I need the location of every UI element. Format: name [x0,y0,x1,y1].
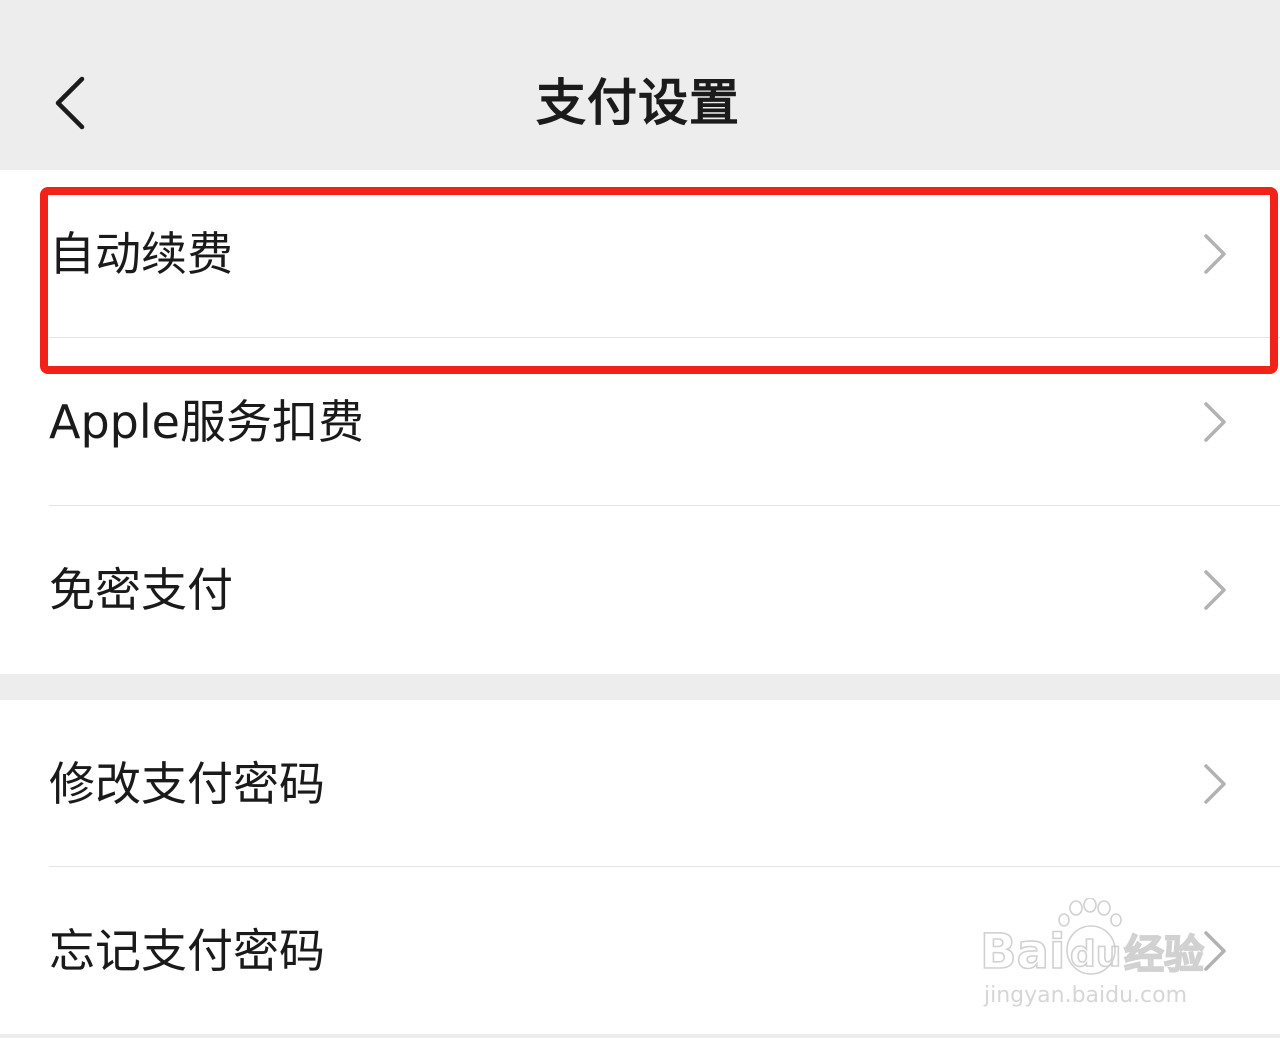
navigation-bar: 支付设置 [0,0,1280,170]
list-item-password-free-payment[interactable]: 免密支付 [0,506,1280,674]
chevron-right-icon [1204,402,1226,442]
list-item-label: 自动续费 [49,227,233,281]
list-item-apple-service-deduction[interactable]: Apple服务扣费 [0,338,1280,506]
chevron-right-icon [1204,930,1226,971]
list-item-label: Apple服务扣费 [49,395,364,449]
chevron-right-icon [1204,234,1226,274]
list-item-forgot-payment-password[interactable]: 忘记支付密码 [0,867,1280,1034]
list-item-label: 修改支付密码 [49,756,325,811]
chevron-right-icon [1204,763,1226,804]
page-title: 支付设置 [536,74,740,132]
list-item-label: 忘记支付密码 [49,923,325,978]
list-item-label: 免密支付 [49,563,233,617]
list-item-change-payment-password[interactable]: 修改支付密码 [0,700,1280,867]
list-item-auto-renew[interactable]: 自动续费 [0,170,1280,338]
chevron-right-icon [1204,570,1226,610]
settings-group-1: 自动续费 Apple服务扣费 免密支付 [0,170,1280,674]
settings-group-2: 修改支付密码 忘记支付密码 [0,700,1280,1034]
bottom-separator [0,1034,1280,1038]
